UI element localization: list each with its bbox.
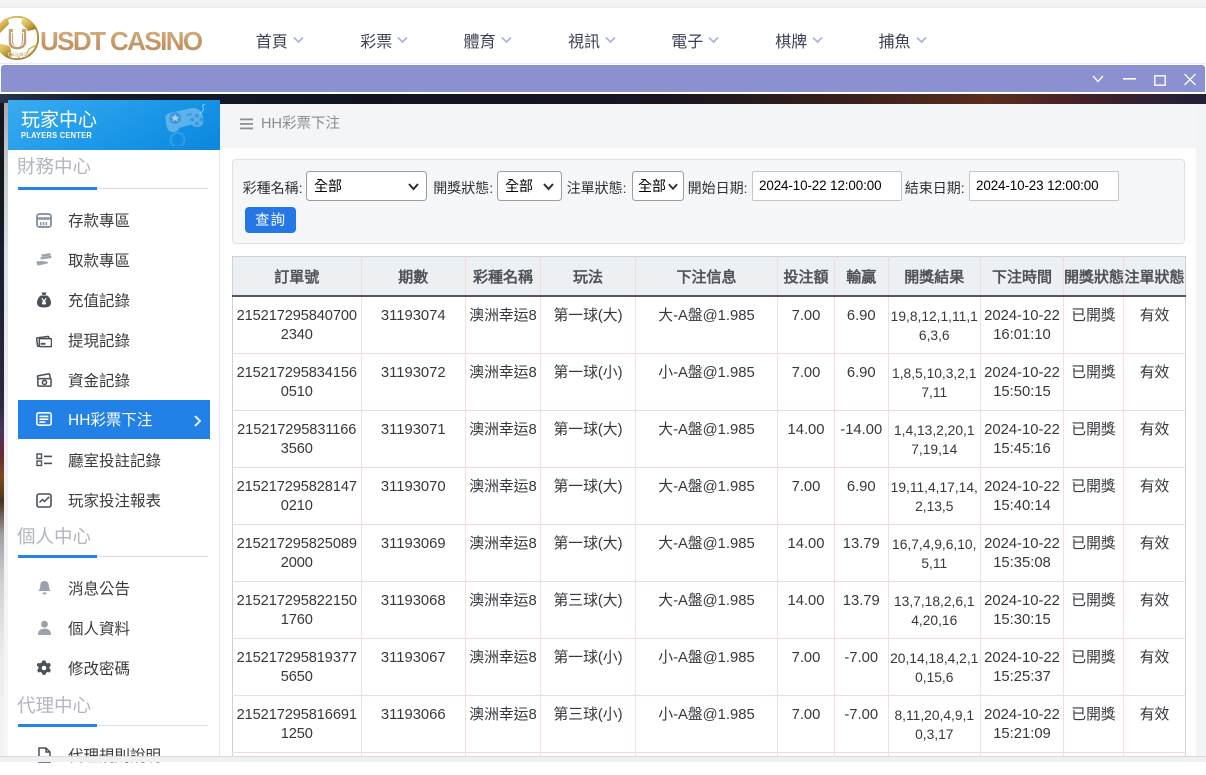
svg-text:CASINO: CASINO xyxy=(8,53,28,59)
svg-text:U: U xyxy=(10,30,24,52)
